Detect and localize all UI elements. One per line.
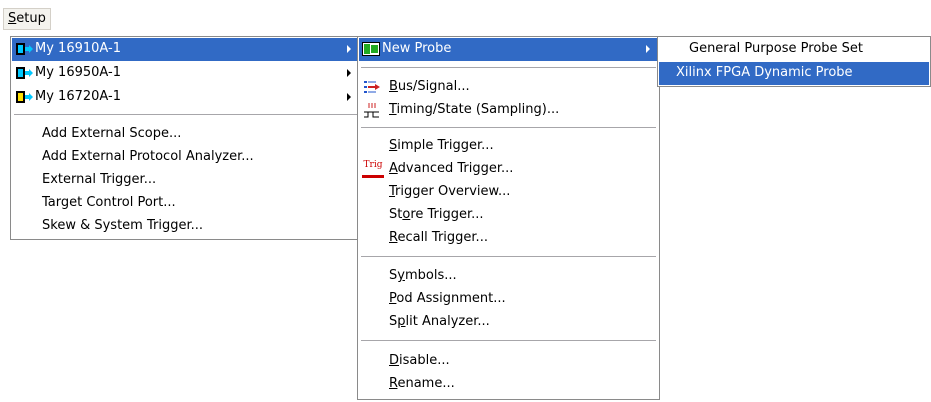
menu-item-label: Trigger Overview... [389, 184, 511, 199]
menu-item-label: Recall Trigger... [389, 230, 488, 245]
menu-item-xilinx-fpga-dynamic-probe[interactable]: Xilinx FPGA Dynamic Probe [659, 62, 929, 85]
menu-item-label: My 16720A-1 [35, 89, 121, 104]
menu-separator [14, 114, 357, 116]
menu-item-label: Skew & System Trigger... [42, 218, 203, 233]
menu-item-skew-system-trigger[interactable]: Skew & System Trigger... [12, 215, 359, 238]
submenu-arrow-icon [347, 45, 351, 53]
menu-item-label: Add External Protocol Analyzer... [42, 149, 254, 164]
menu-separator [361, 256, 656, 258]
menu-item-add-external-scope[interactable]: Add External Scope... [12, 123, 359, 146]
new-probe-submenu: General Purpose Probe Set Xilinx FPGA Dy… [657, 36, 931, 87]
menu-item-label: Add External Scope... [42, 126, 182, 141]
menu-item-my-16910a-1[interactable]: My 16910A-1 [12, 38, 359, 61]
menu-item-label: General Purpose Probe Set [689, 41, 864, 56]
menu-item-target-control-port[interactable]: Target Control Port... [12, 192, 359, 215]
menu-item-label: My 16910A-1 [35, 41, 121, 56]
menu-item-label: Bus/Signal... [389, 79, 470, 94]
probe-submenu: New Probe Bus/Signal... Timing/State (Sa… [357, 36, 660, 400]
trigger-icon: Trig [362, 160, 384, 178]
menu-item-pod-assignment[interactable]: Pod Assignment... [359, 288, 658, 311]
menu-item-label: Rename... [389, 376, 455, 391]
menu-item-label: New Probe [382, 41, 452, 56]
menu-item-disable[interactable]: Disable... [359, 350, 658, 373]
menu-item-rename[interactable]: Rename... [359, 373, 658, 396]
analyzer-yellow-icon [16, 91, 33, 103]
menu-item-label: Xilinx FPGA Dynamic Probe [676, 65, 853, 80]
menu-item-timing-state[interactable]: Timing/State (Sampling)... [359, 99, 658, 122]
menu-item-advanced-trigger[interactable]: Trig Advanced Trigger... [359, 158, 658, 181]
menu-item-split-analyzer[interactable]: Split Analyzer... [359, 311, 658, 334]
menu-item-label: Store Trigger... [389, 207, 484, 222]
analyzer-cyan-icon [16, 43, 33, 55]
menu-item-recall-trigger[interactable]: Recall Trigger... [359, 227, 658, 250]
menu-bar: Setup [0, 0, 931, 36]
new-probe-icon [362, 42, 380, 56]
menu-item-bus-signal[interactable]: Bus/Signal... [359, 76, 658, 99]
menu-item-label: Target Control Port... [42, 195, 176, 210]
analyzer-cyan-icon [16, 67, 33, 79]
setup-menu[interactable]: Setup [3, 8, 51, 30]
menu-item-external-trigger[interactable]: External Trigger... [12, 169, 359, 192]
bus-signal-icon [364, 81, 380, 93]
menu-item-new-probe[interactable]: New Probe [359, 38, 658, 61]
menu-item-store-trigger[interactable]: Store Trigger... [359, 204, 658, 227]
menu-separator [361, 127, 656, 129]
menu-item-label: External Trigger... [42, 172, 157, 187]
menu-item-symbols[interactable]: Symbols... [359, 265, 658, 288]
menu-item-label: Symbols... [389, 268, 457, 283]
submenu-arrow-icon [347, 93, 351, 101]
menu-item-label: Disable... [389, 353, 450, 368]
menu-item-simple-trigger[interactable]: Simple Trigger... [359, 135, 658, 158]
menu-separator [361, 67, 656, 69]
menu-separator [361, 340, 656, 342]
menu-item-my-16720a-1[interactable]: My 16720A-1 [12, 86, 359, 109]
timing-state-icon [364, 103, 379, 118]
menu-item-general-purpose-probe-set[interactable]: General Purpose Probe Set [659, 38, 929, 61]
submenu-arrow-icon [347, 69, 351, 77]
menu-item-label: Simple Trigger... [389, 138, 494, 153]
menu-item-label: Split Analyzer... [389, 314, 490, 329]
menu-item-label: My 16950A-1 [35, 65, 121, 80]
menu-item-label: Timing/State (Sampling)... [389, 102, 560, 117]
submenu-arrow-icon [646, 45, 650, 53]
menu-item-label: Advanced Trigger... [389, 161, 514, 176]
menu-item-my-16950a-1[interactable]: My 16950A-1 [12, 62, 359, 85]
menu-item-label: Pod Assignment... [389, 291, 506, 306]
menu-item-trigger-overview[interactable]: Trigger Overview... [359, 181, 658, 204]
menu-item-add-external-protocol-analyzer[interactable]: Add External Protocol Analyzer... [12, 146, 359, 169]
setup-dropdown-menu: My 16910A-1 My 16950A-1 My 16720A-1 Add … [10, 36, 361, 240]
setup-menu-label: Setup [8, 11, 46, 26]
